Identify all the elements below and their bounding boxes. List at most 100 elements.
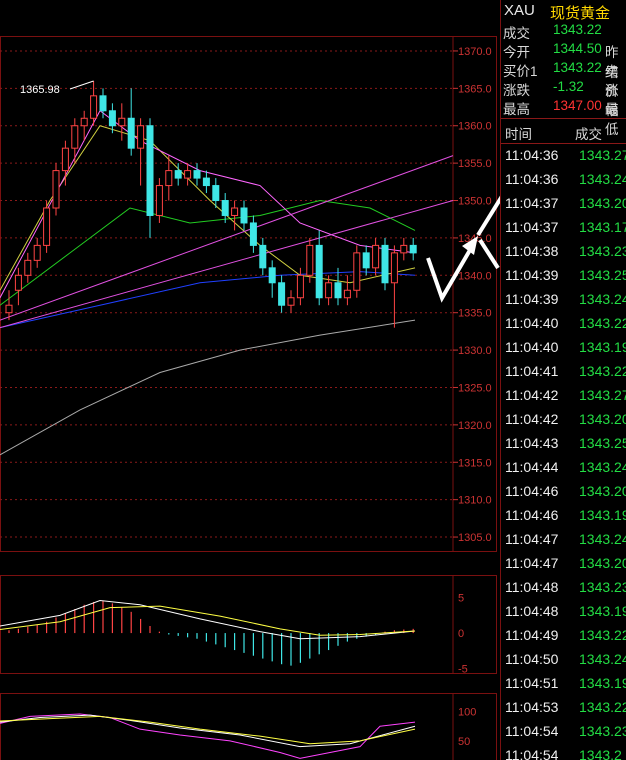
ma-line-green	[0, 200, 416, 306]
tick-row[interactable]: 11:04:40 1343.19	[501, 339, 626, 363]
tick-row[interactable]: 11:04:43 1343.25	[501, 435, 626, 459]
tick-row[interactable]: 11:04:37 1343.17	[501, 219, 626, 243]
candle-body	[155, 185, 163, 216]
tick-row[interactable]: 11:04:46 1343.20	[501, 483, 626, 507]
candle-body	[43, 207, 51, 246]
tick-row[interactable]: 11:04:47 1343.24	[501, 531, 626, 555]
candle-body	[409, 244, 417, 254]
tick-row[interactable]: 11:04:39 1343.25	[501, 267, 626, 291]
tick-row[interactable]: 11:04:53 1343.22	[501, 699, 626, 723]
y-tick-label: 1340.0	[458, 270, 492, 282]
candle-body	[108, 110, 116, 127]
quote-value: 1347.00	[553, 98, 602, 113]
quote-label: 今开	[503, 45, 530, 60]
tick-row[interactable]: 11:04:38 1343.23	[501, 243, 626, 267]
tick-row[interactable]: 11:04:40 1343.22	[501, 315, 626, 339]
candle-body	[325, 282, 333, 299]
tick-price: 1343.19	[579, 507, 626, 523]
kdj-tick-label: 100	[458, 707, 476, 719]
tick-price: 1343.19	[579, 603, 626, 619]
candle-body	[5, 304, 13, 314]
main-frame	[0, 36, 497, 552]
tick-price: 1343.20	[579, 483, 626, 499]
quote-row: 最高 1347.00 最低	[501, 98, 626, 137]
tick-price: 1343.20	[579, 411, 626, 427]
tick-row[interactable]: 11:04:51 1343.19	[501, 675, 626, 699]
candle-body	[287, 297, 295, 306]
quote-row: 涨跌 -1.32 涨幅	[501, 79, 626, 118]
tick-time: 11:04:50	[505, 651, 559, 667]
candle-body	[146, 125, 154, 216]
symbol-name[interactable]: 现货黄金	[550, 2, 610, 23]
tick-price: 1343.22	[579, 627, 626, 643]
tick-row[interactable]: 11:04:54 1343.2	[501, 747, 626, 760]
quote-label: 买价1	[503, 64, 538, 79]
quote-value: 1344.50	[553, 41, 602, 56]
tick-price: 1343.27	[579, 387, 626, 403]
kdj-k-line	[0, 714, 416, 748]
y-tick-label: 1320.0	[458, 420, 492, 432]
tick-row[interactable]: 11:04:48 1343.23	[501, 579, 626, 603]
kdj-frame	[0, 693, 497, 760]
candle-body	[362, 252, 370, 269]
kline-chart[interactable]: 1370.01365.01360.01355.01350.01345.01340…	[0, 0, 500, 760]
tick-time: 11:04:37	[505, 219, 559, 235]
tick-price: 1343.23	[579, 243, 626, 259]
tick-row[interactable]: 11:04:37 1343.20	[501, 195, 626, 219]
tick-row[interactable]: 11:04:36 1343.27	[501, 147, 626, 171]
candle-body	[268, 267, 276, 284]
candle-body	[61, 147, 69, 172]
tick-row[interactable]: 11:04:50 1343.24	[501, 651, 626, 675]
candle-body	[240, 207, 248, 224]
y-tick-label: 1330.0	[458, 345, 492, 357]
candle-body	[118, 117, 126, 127]
macd-dif-line	[0, 600, 416, 640]
tick-price: 1343.27	[579, 147, 626, 163]
ma-line-grey	[0, 319, 416, 456]
y-tick-label: 1355.0	[458, 158, 492, 170]
tick-row[interactable]: 11:04:44 1343.24	[501, 459, 626, 483]
candle-body	[381, 244, 389, 284]
tick-time: 11:04:47	[505, 555, 559, 571]
tick-price: 1343.19	[579, 675, 626, 691]
tick-time: 11:04:46	[505, 507, 559, 523]
tick-price: 1343.24	[579, 651, 626, 667]
candle-body	[71, 125, 79, 149]
quote-row: 买价1 1343.22 卖价	[501, 60, 626, 99]
tick-price: 1343.22	[579, 363, 626, 379]
tick-row[interactable]: 11:04:54 1343.23	[501, 723, 626, 747]
candle-body	[99, 95, 107, 112]
tick-time: 11:04:44	[505, 459, 559, 475]
candle-body	[306, 244, 314, 276]
tick-row[interactable]: 11:04:42 1343.20	[501, 411, 626, 435]
tick-price: 1343.19	[579, 339, 626, 355]
tick-row[interactable]: 11:04:36 1343.24	[501, 171, 626, 195]
tick-row[interactable]: 11:04:39 1343.24	[501, 291, 626, 315]
tick-price: 1343.23	[579, 579, 626, 595]
tick-time: 11:04:36	[505, 147, 559, 163]
tick-time: 11:04:38	[505, 243, 559, 259]
y-tick-label: 1350.0	[458, 196, 492, 208]
tick-row[interactable]: 11:04:47 1343.20	[501, 555, 626, 579]
tick-row[interactable]: 11:04:46 1343.19	[501, 507, 626, 531]
tick-price: 1343.24	[579, 291, 626, 307]
candle-body	[174, 170, 182, 179]
tick-row[interactable]: 11:04:42 1343.27	[501, 387, 626, 411]
y-tick-label: 1335.0	[458, 308, 492, 320]
quote-row: 今开 1344.50 昨结	[501, 41, 626, 80]
y-tick-label: 1315.0	[458, 457, 492, 469]
tick-table-header: 时间 成交	[501, 118, 626, 144]
candle-body	[127, 117, 135, 149]
tick-time: 11:04:40	[505, 339, 559, 355]
candle-body	[231, 207, 239, 216]
candle-body	[14, 274, 22, 291]
tick-row[interactable]: 11:04:48 1343.19	[501, 603, 626, 627]
tick-row[interactable]: 11:04:41 1343.22	[501, 363, 626, 387]
quote-value: 1343.22	[553, 22, 602, 37]
tick-row[interactable]: 11:04:49 1343.22	[501, 627, 626, 651]
quote-row: 成交 1343.22	[501, 22, 626, 41]
macd-tick-label: 5	[458, 593, 464, 605]
quote-label: 涨跌	[503, 83, 530, 98]
tick-time: 11:04:39	[505, 291, 559, 307]
symbol-code[interactable]: XAU	[504, 2, 535, 19]
